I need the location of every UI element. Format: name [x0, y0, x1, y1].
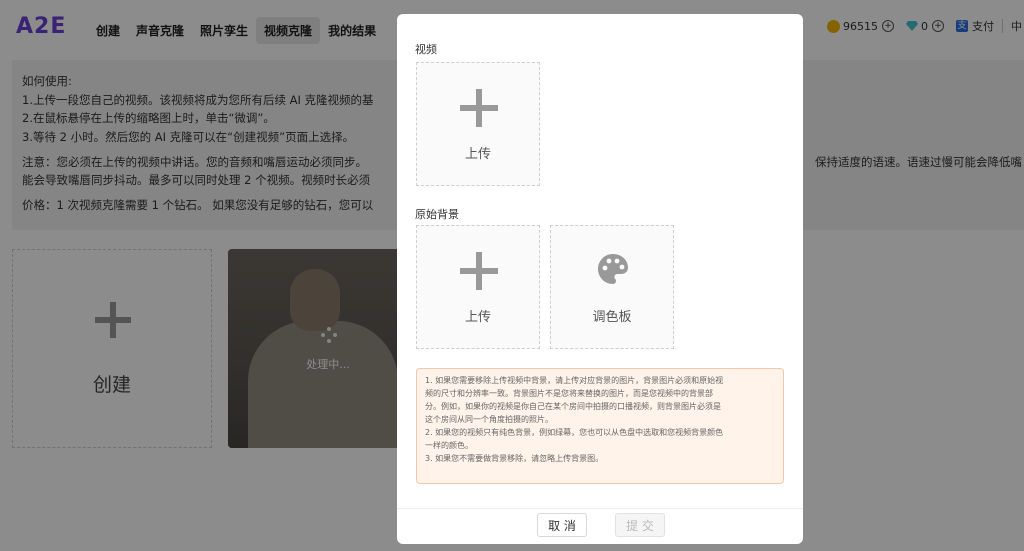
video-section-title: 视频	[415, 43, 437, 56]
submit-button[interactable]: 提 交	[615, 513, 665, 537]
notice-line: 这个房间从同一个角度拍摄的照片。	[425, 414, 553, 424]
notice-line: 一样的颜色。	[425, 440, 473, 450]
palette-label: 调色板	[592, 310, 632, 325]
notice-line: 1. 如果您需要移除上传视频中背景，请上传对应背景的图片，背景图片必须和原始视	[425, 376, 724, 385]
background-upload-label: 上传	[464, 310, 491, 325]
video-clone-modal: 视频 上传 原始背景 上传 调色板 1. 如果您需要移除上传视频中背景，请上传对…	[397, 14, 803, 544]
notice-line: 频的尺寸和分辨率一致。背景图片不是您将来替换的图片，而是您视频中的背景部	[425, 388, 713, 398]
notice-line: 2. 如果您的视频只有纯色背景，例如绿幕，您也可以从色盘中选取和您视频背景颜色	[425, 427, 724, 437]
notice-line: 3. 如果您不需要做背景移除，请忽略上传背景图。	[425, 453, 604, 463]
modal-footer-divider	[397, 508, 803, 509]
video-upload-label: 上传	[464, 147, 491, 162]
cancel-button[interactable]: 取 消	[537, 513, 587, 537]
background-notice: 1. 如果您需要移除上传视频中背景，请上传对应背景的图片，背景图片必须和原始视 …	[416, 368, 784, 484]
upload-plus-icon	[460, 252, 498, 290]
palette-box[interactable]: 调色板	[550, 225, 674, 349]
background-section-title: 原始背景	[415, 208, 459, 221]
notice-line: 分。例如，如果你的视频是你自己在某个房间中拍摄的口播视频，则背景图片必须是	[425, 401, 721, 411]
background-upload-box[interactable]: 上传	[416, 225, 540, 349]
palette-icon	[598, 254, 628, 284]
upload-plus-icon	[460, 89, 498, 127]
video-upload-box[interactable]: 上传	[416, 62, 540, 186]
